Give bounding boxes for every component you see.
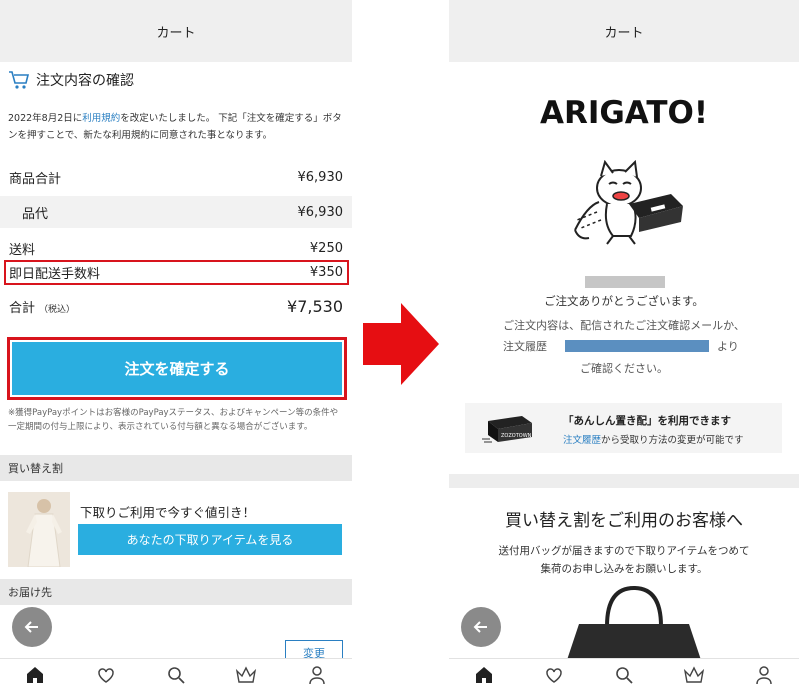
shipping-row: 送料 ¥250: [0, 236, 352, 260]
confirm-highlight: 注文を確定する: [7, 337, 347, 400]
tote-bag-illustration: [567, 585, 701, 660]
tradein-image: [8, 492, 70, 567]
home-icon: [476, 666, 492, 683]
item-price-label: 品代: [22, 206, 49, 222]
section-separator: [449, 474, 799, 488]
shipping-value: ¥250: [309, 240, 343, 256]
highlight-box: [4, 260, 349, 285]
crown-icon: [236, 665, 257, 683]
top-bar: カート: [0, 0, 352, 62]
nav-home[interactable]: [472, 663, 496, 687]
nav-favorites[interactable]: [94, 663, 118, 687]
delivery-band: お届け先: [0, 579, 352, 605]
paypay-fine-print: ※獲得PayPayポイントはお客様のPayPayステータス、およびキャンペーン等…: [8, 408, 339, 432]
nav-mypage[interactable]: [305, 663, 329, 687]
search-icon: [616, 666, 633, 684]
page-title: カート: [156, 25, 196, 41]
nav-home[interactable]: [23, 663, 47, 687]
cat-mascot-illustration: [574, 160, 683, 245]
arrow-left-icon: [473, 621, 487, 633]
tax-note: （税込）: [39, 304, 76, 315]
confirm-order-button[interactable]: 注文を確定する: [12, 342, 342, 395]
shipping-label: 送料: [9, 242, 36, 258]
crown-icon: [683, 665, 705, 683]
user-icon: [309, 665, 325, 684]
transition-arrow-icon: [363, 303, 439, 385]
nav-favorites[interactable]: [542, 663, 566, 687]
nav-search[interactable]: [164, 663, 188, 687]
total-label: 合計: [9, 300, 36, 316]
check-message: ご確認ください。: [580, 362, 668, 375]
order-history-link[interactable]: 注文履歴: [563, 435, 601, 446]
heart-icon: [546, 667, 562, 683]
section-header: 注文内容の確認: [8, 70, 134, 90]
subtotal-value: ¥6,930: [297, 169, 344, 185]
order-complete-screen: カート ARIGATO! ご注文ありがとうございます。 ご注文内容は、配信された…: [449, 0, 799, 690]
order-history-suffix: より: [717, 340, 739, 353]
tradein-desc-1: 送付用バッグが届きますので下取りアイテムをつめて: [498, 545, 750, 557]
nav-mypage[interactable]: [752, 663, 776, 687]
search-icon: [168, 666, 185, 684]
redacted-order-link[interactable]: [565, 340, 709, 352]
anshin-rest: から受取り方法の変更が可能です: [601, 435, 744, 446]
item-price-row: 品代 ¥6,930: [0, 196, 352, 228]
cart-confirm-screen: カート 注文内容の確認 2022年8月2日に利用規約を改定いたしました。 下記「…: [0, 0, 352, 690]
subtotal-label: 商品合計: [9, 171, 62, 187]
cart-icon: [9, 71, 30, 89]
confirm-email-message: ご注文内容は、配信されたご注文確認メールか、: [503, 319, 745, 332]
top-bar: カート: [449, 0, 799, 62]
anshin-description: 注文履歴から受取り方法の変更が可能です: [563, 432, 744, 446]
nav-search[interactable]: [612, 663, 636, 687]
redacted-name: [585, 276, 665, 288]
thanks-message: ご注文ありがとうございます。: [544, 294, 704, 308]
terms-notice: 2022年8月2日に利用規約を改定いたしました。 下記「注文を確定する」ボタンを…: [8, 110, 344, 144]
tradein-title: 買い替え割をご利用のお客様へ: [505, 511, 743, 531]
nav-ranking[interactable]: [682, 663, 706, 687]
anshin-title: 「あんしん置き配」を利用できます: [563, 415, 731, 427]
tradein-band: 買い替え割: [0, 455, 352, 481]
arigato-headline: ARIGATO!: [539, 95, 709, 131]
user-icon: [756, 665, 772, 684]
order-history-label: 注文履歴: [503, 340, 547, 353]
bottom-nav: [0, 658, 352, 690]
nav-ranking[interactable]: [234, 663, 258, 687]
back-button[interactable]: [12, 607, 52, 647]
section-title: 注文内容の確認: [36, 73, 134, 89]
bottom-nav: [449, 658, 799, 690]
total-row: 合計 （税込） ¥7,530: [0, 292, 352, 320]
terms-link[interactable]: 利用規約: [82, 113, 120, 124]
anshin-okihai-banner: ZOZOTOWN 「あんしん置き配」を利用できます 注文履歴から受取り方法の変更…: [465, 403, 782, 453]
tradein-desc-2: 集荷のお申し込みをお願いします。: [540, 563, 708, 575]
home-icon: [27, 666, 44, 683]
heart-icon: [97, 667, 114, 683]
notice-text: 2022年8月2日に: [8, 113, 83, 124]
total-value: ¥7,530: [287, 296, 343, 316]
view-tradein-button[interactable]: あなたの下取りアイテムを見る: [78, 524, 342, 555]
zozotown-label: ZOZOTOWN: [501, 433, 532, 439]
item-price-value: ¥6,930: [297, 204, 344, 220]
arrow-left-icon: [24, 621, 38, 633]
tradein-text: 下取りご利用で今すぐ値引き！: [80, 505, 256, 520]
page-title: カート: [604, 25, 644, 41]
back-button[interactable]: [461, 607, 501, 647]
subtotal-row: 商品合計 ¥6,930: [0, 164, 352, 190]
delivery-box-icon: ZOZOTOWN: [482, 416, 532, 443]
